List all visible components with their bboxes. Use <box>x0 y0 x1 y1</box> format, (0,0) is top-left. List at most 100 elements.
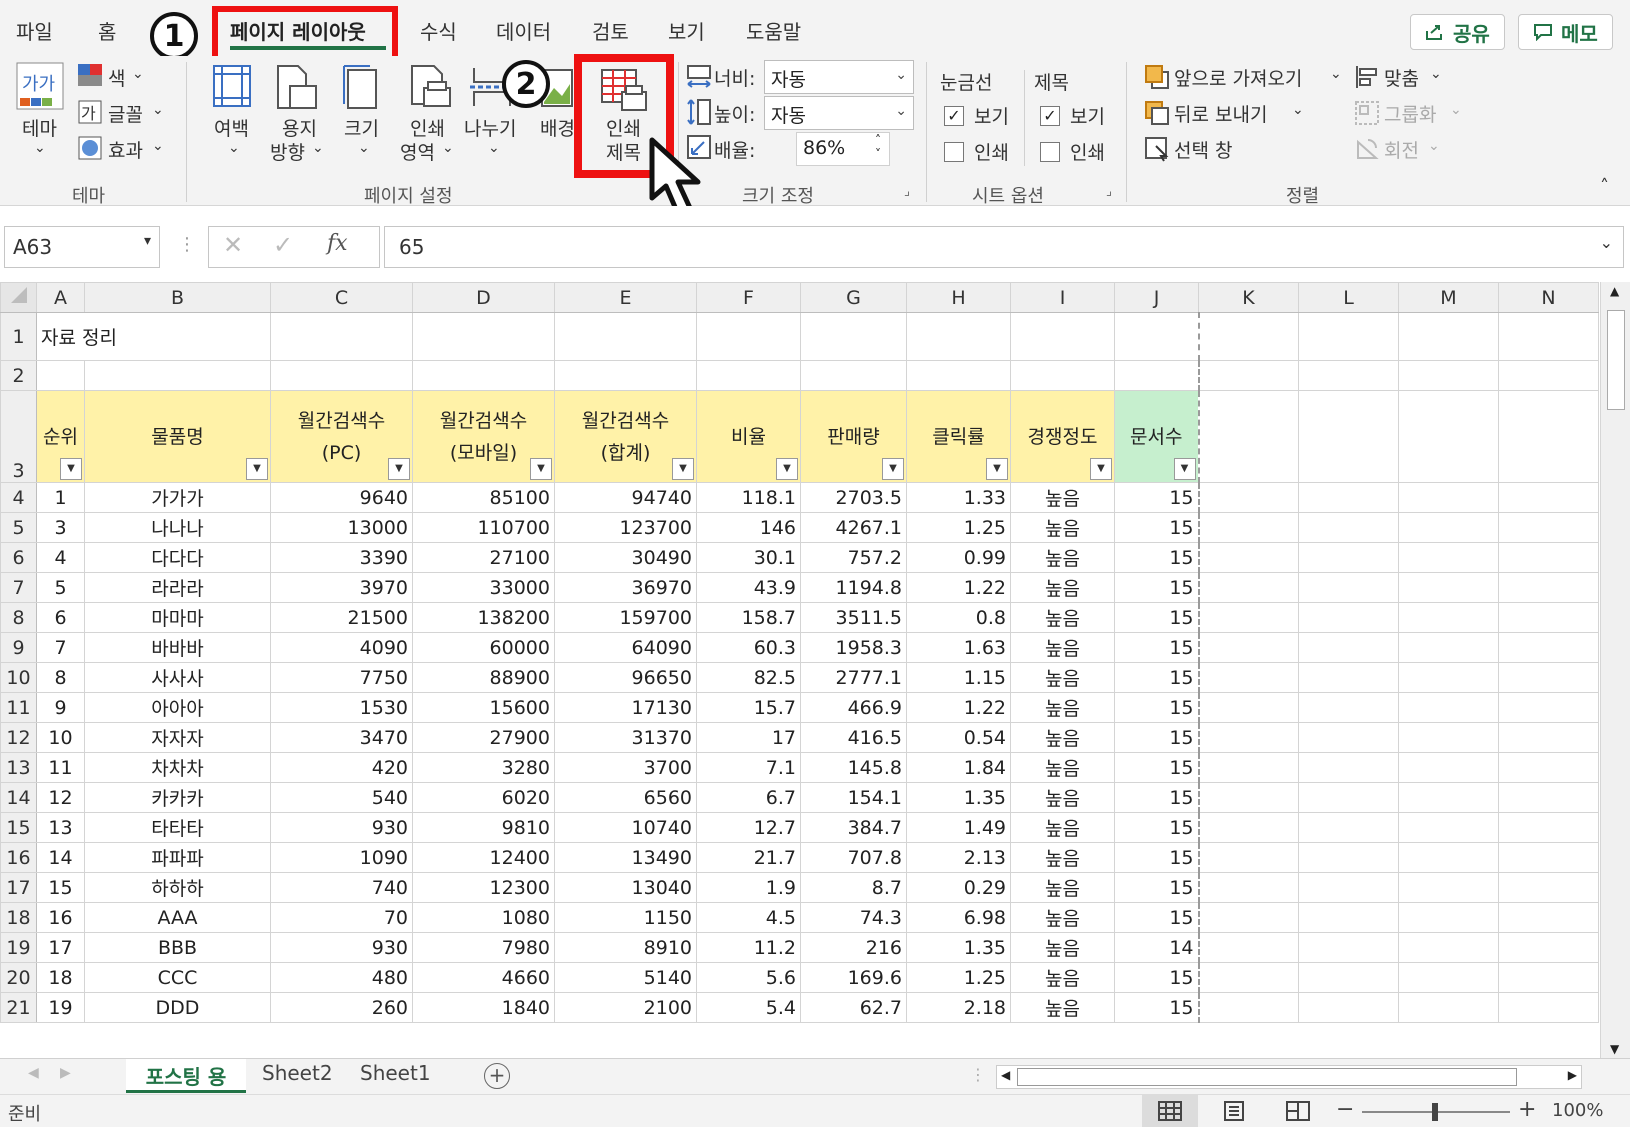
cell[interactable] <box>1398 632 1499 663</box>
cell[interactable] <box>1498 542 1599 573</box>
table-cell[interactable]: 15 <box>36 872 85 903</box>
tab-formulas[interactable]: 수식 <box>420 16 457 45</box>
cell[interactable] <box>1398 312 1499 361</box>
table-cell[interactable]: 높음 <box>1010 842 1115 873</box>
cell[interactable] <box>1298 602 1399 633</box>
cell[interactable] <box>1298 632 1399 663</box>
table-cell[interactable]: 15 <box>1114 542 1200 573</box>
row-header[interactable]: 12 <box>0 722 37 753</box>
cell[interactable] <box>1498 932 1599 963</box>
collapse-ribbon-icon[interactable]: ˄ <box>1600 176 1609 197</box>
cell[interactable] <box>1398 512 1499 543</box>
cell[interactable] <box>1398 932 1499 963</box>
table-cell[interactable]: 1090 <box>270 842 413 873</box>
select-all-corner[interactable] <box>0 282 37 313</box>
cell[interactable] <box>1498 962 1599 993</box>
prev-sheet-icon[interactable]: ◀ <box>28 1065 39 1081</box>
more-options-icon[interactable]: ⋮ <box>178 234 196 255</box>
table-cell[interactable]: 0.54 <box>906 722 1011 753</box>
table-cell[interactable]: 13 <box>36 812 85 843</box>
table-cell[interactable]: 높음 <box>1010 542 1115 573</box>
chevron-down-icon[interactable]: ⌄ <box>132 66 144 82</box>
group-button[interactable]: 그룹화 <box>1384 100 1436 127</box>
cell[interactable] <box>1498 722 1599 753</box>
cell[interactable] <box>1198 812 1299 843</box>
send-backward-button[interactable]: 뒤로 보내기 <box>1174 100 1267 127</box>
cell[interactable] <box>1498 512 1599 543</box>
insert-function-icon[interactable]: fx <box>327 231 348 256</box>
column-header-a[interactable]: A <box>36 282 85 313</box>
cell[interactable] <box>1198 722 1299 753</box>
cell[interactable] <box>1010 312 1115 361</box>
cell[interactable] <box>906 312 1011 361</box>
table-cell[interactable]: 사사사 <box>84 662 271 693</box>
table-cell[interactable]: 2777.1 <box>800 662 907 693</box>
table-cell[interactable]: 6020 <box>412 782 555 813</box>
table-cell[interactable]: 높음 <box>1010 752 1115 783</box>
table-cell[interactable]: 높음 <box>1010 662 1115 693</box>
vertical-scrollbar[interactable]: ▲ ▼ <box>1600 282 1630 1058</box>
table-cell[interactable]: 하하하 <box>84 872 271 903</box>
table-cell[interactable]: 가가가 <box>84 482 271 513</box>
cell[interactable] <box>1298 360 1399 391</box>
table-cell[interactable]: 19 <box>36 992 85 1023</box>
print-area-label-1[interactable]: 인쇄 <box>410 114 445 141</box>
cell[interactable] <box>1298 662 1399 693</box>
table-cell[interactable]: 1.63 <box>906 632 1011 663</box>
cell[interactable] <box>270 312 413 361</box>
table-cell[interactable]: BBB <box>84 932 271 963</box>
table-cell[interactable]: 2.13 <box>906 842 1011 873</box>
cell[interactable] <box>1198 390 1299 483</box>
column-header-l[interactable]: L <box>1298 282 1399 313</box>
table-cell[interactable]: 0.8 <box>906 602 1011 633</box>
formula-input[interactable]: 65 ⌄ <box>384 226 1624 268</box>
table-cell[interactable]: 1.22 <box>906 572 1011 603</box>
table-cell[interactable]: CCC <box>84 962 271 993</box>
table-cell[interactable]: 82.5 <box>696 662 801 693</box>
cell[interactable] <box>1498 992 1599 1023</box>
row-header[interactable]: 21 <box>0 992 37 1023</box>
table-cell[interactable]: 1840 <box>412 992 555 1023</box>
table-cell[interactable]: 2703.5 <box>800 482 907 513</box>
table-cell[interactable]: 154.1 <box>800 782 907 813</box>
tab-home[interactable]: 홈 <box>98 16 116 45</box>
row-header[interactable]: 9 <box>0 632 37 663</box>
cell[interactable] <box>1010 360 1115 391</box>
column-header-m[interactable]: M <box>1398 282 1499 313</box>
table-cell[interactable]: 높음 <box>1010 602 1115 633</box>
table-cell[interactable]: 17 <box>36 932 85 963</box>
table-cell[interactable]: 15 <box>1114 872 1200 903</box>
table-cell[interactable]: 4660 <box>412 962 555 993</box>
table-cell[interactable]: 1.15 <box>906 662 1011 693</box>
cell[interactable] <box>800 360 907 391</box>
chevron-down-icon[interactable]: ⌄ <box>1292 102 1304 118</box>
chevron-down-icon[interactable]: ⌄ <box>152 138 164 154</box>
cell[interactable] <box>1198 992 1299 1023</box>
cell[interactable] <box>800 312 907 361</box>
table-cell[interactable]: 아아아 <box>84 692 271 723</box>
table-cell[interactable]: 1 <box>36 482 85 513</box>
align-button[interactable]: 맞춤 <box>1384 64 1419 91</box>
cell[interactable] <box>412 312 555 361</box>
cell[interactable] <box>1398 722 1499 753</box>
cell[interactable] <box>1498 812 1599 843</box>
table-cell[interactable]: 6 <box>36 602 85 633</box>
table-cell[interactable]: 4267.1 <box>800 512 907 543</box>
table-cell[interactable]: 1530 <box>270 692 413 723</box>
table-cell[interactable]: AAA <box>84 902 271 933</box>
cell[interactable] <box>1298 482 1399 513</box>
table-cell[interactable]: 4.5 <box>696 902 801 933</box>
table-cell[interactable]: 540 <box>270 782 413 813</box>
row-header[interactable]: 14 <box>0 782 37 813</box>
cell[interactable] <box>1398 842 1499 873</box>
table-cell[interactable]: 930 <box>270 812 413 843</box>
cell[interactable] <box>1498 662 1599 693</box>
table-cell[interactable]: 12400 <box>412 842 555 873</box>
chevron-down-icon[interactable]: ⌄ <box>312 140 324 156</box>
tab-view[interactable]: 보기 <box>668 16 705 45</box>
table-cell[interactable]: 6.7 <box>696 782 801 813</box>
cell[interactable] <box>1398 360 1499 391</box>
table-cell[interactable]: 118.1 <box>696 482 801 513</box>
table-cell[interactable]: 13000 <box>270 512 413 543</box>
table-cell[interactable]: 757.2 <box>800 542 907 573</box>
